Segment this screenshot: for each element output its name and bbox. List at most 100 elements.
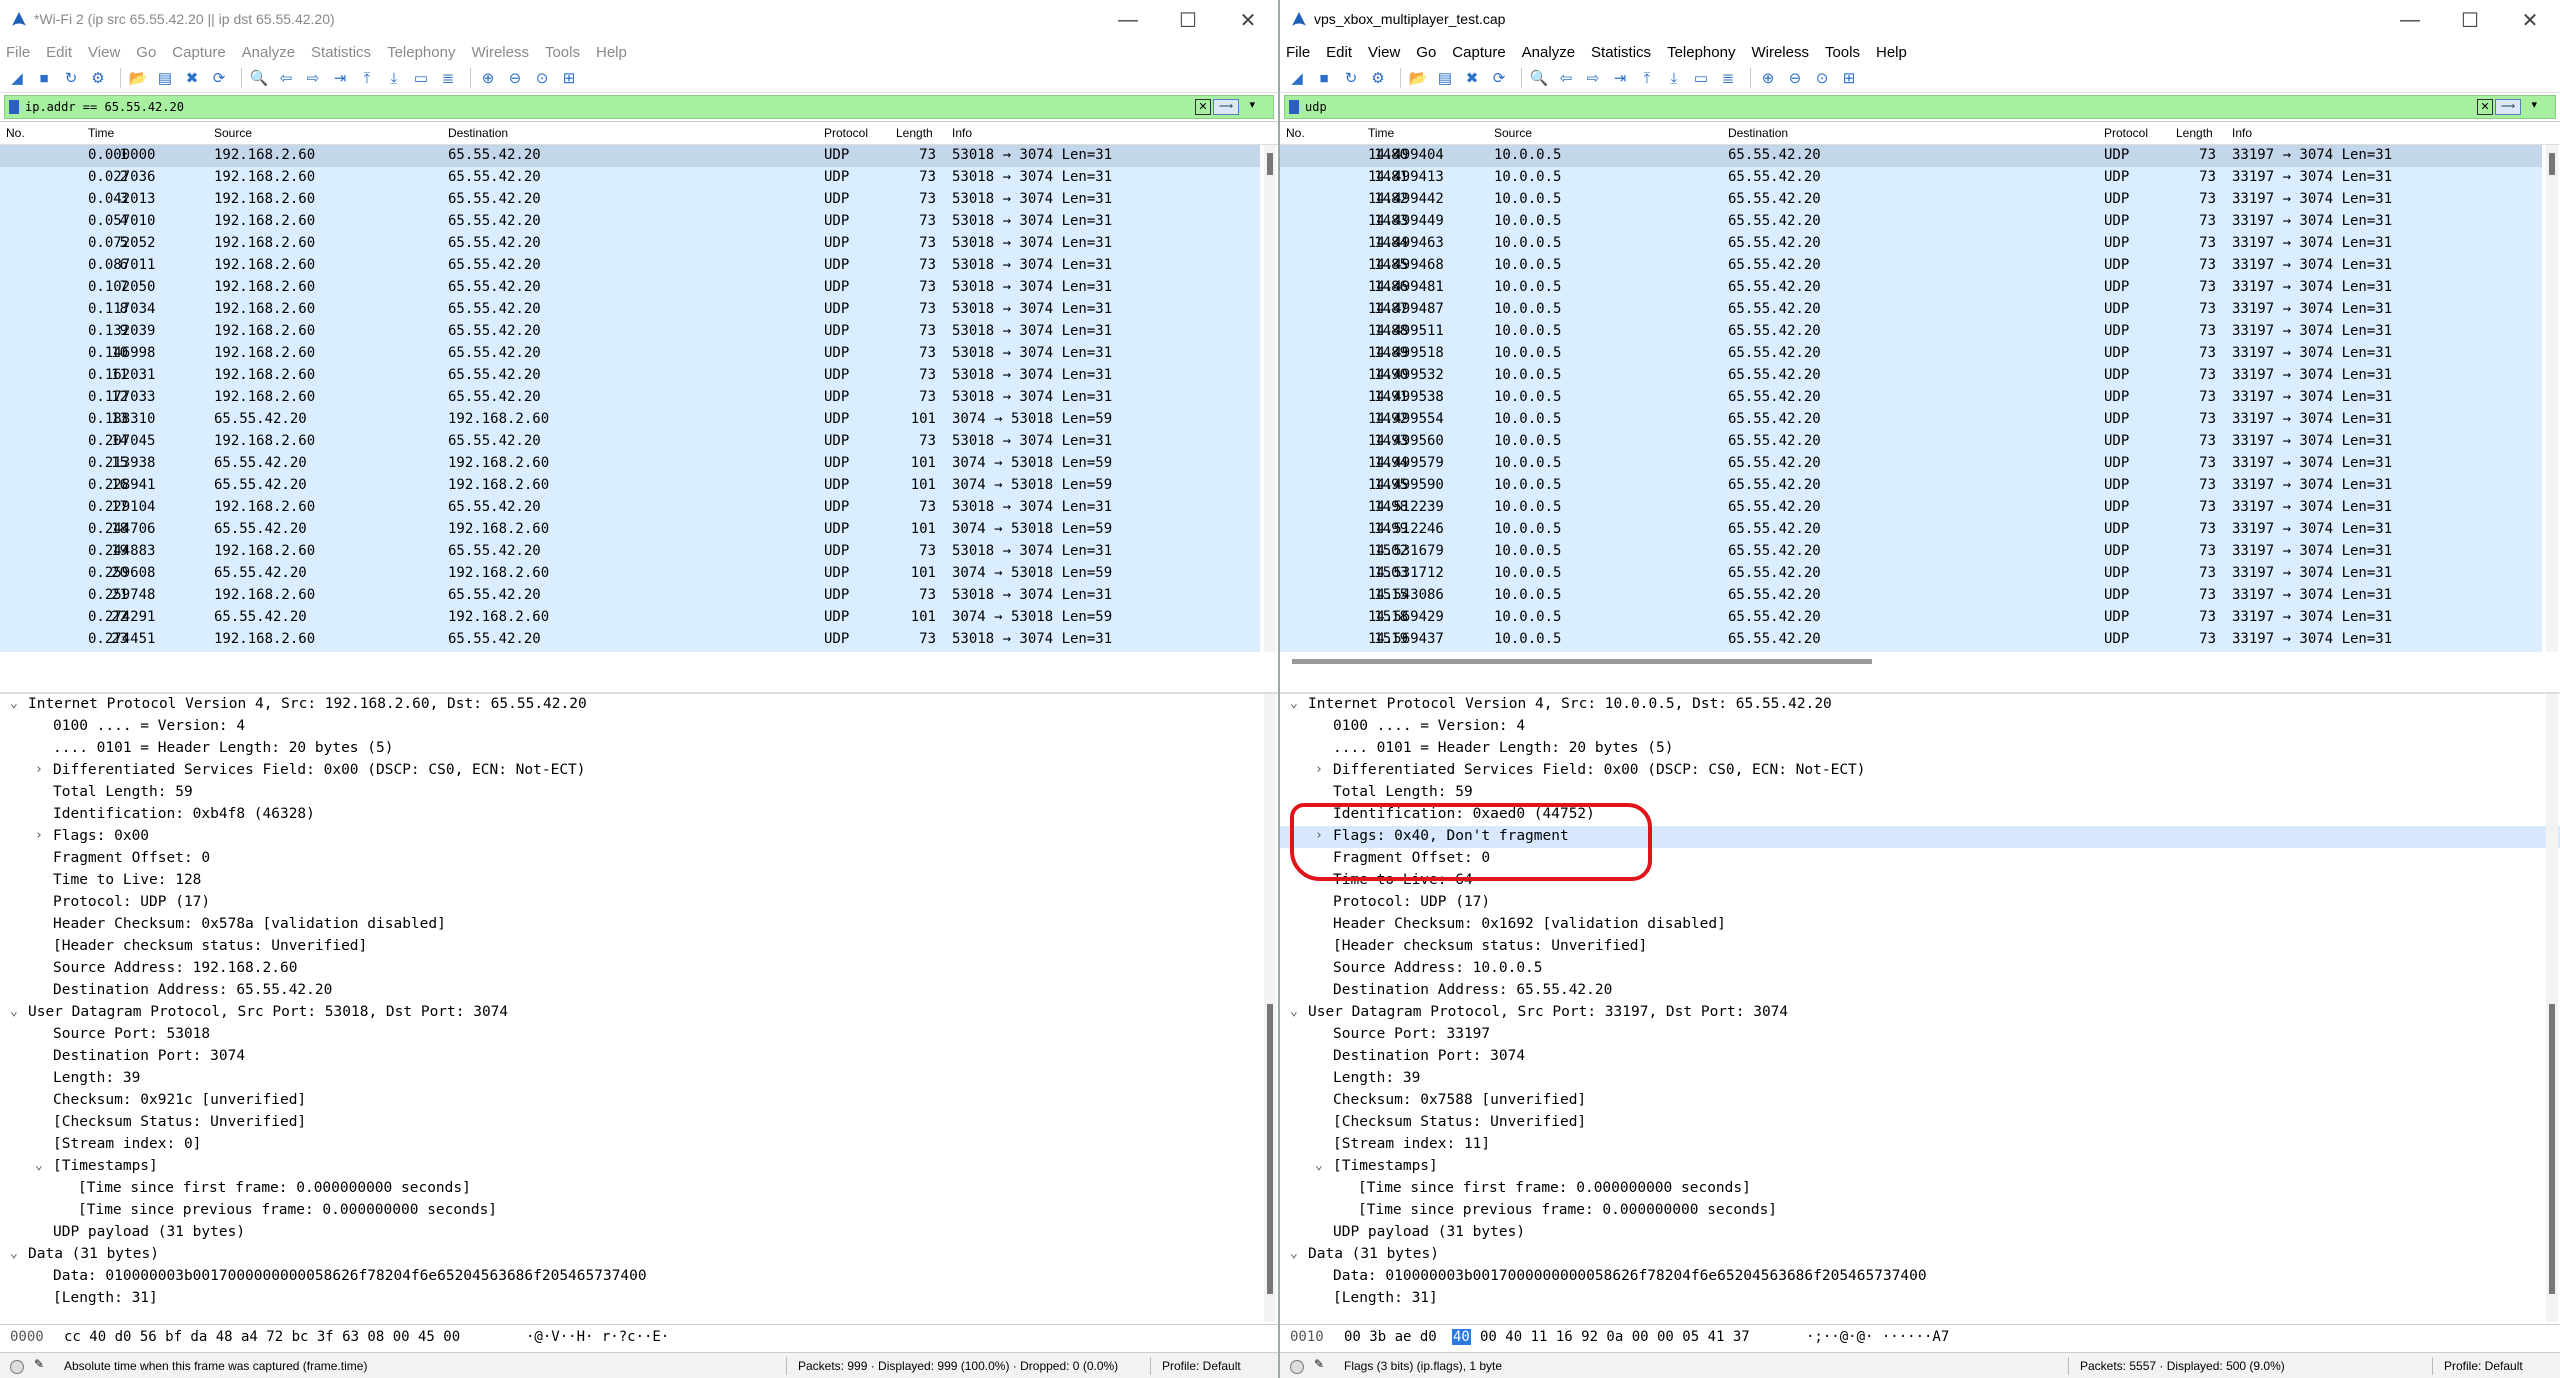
table-row[interactable]: 8 0.117034 192.168.2.60 65.55.42.20 UDP 73 530… bbox=[0, 299, 1260, 321]
hscrollbar-thumb[interactable] bbox=[1292, 659, 1872, 664]
menu-statistics[interactable]: Statistics bbox=[311, 44, 371, 61]
menu-wireless[interactable]: Wireless bbox=[471, 44, 529, 61]
go-first-icon[interactable]: ⤒ bbox=[1636, 67, 1658, 89]
details-row[interactable]: [Length: 31] bbox=[1280, 1288, 2560, 1310]
details-row[interactable]: [Checksum Status: Unverified] bbox=[1280, 1112, 2560, 1134]
filter-dropdown-icon[interactable]: ▾ bbox=[2531, 98, 2537, 111]
menu-help[interactable]: Help bbox=[596, 44, 627, 61]
details-row[interactable]: Length: 39 bbox=[0, 1068, 1278, 1090]
clear-filter-icon[interactable]: ✕ bbox=[1195, 99, 1211, 115]
column-header-length[interactable]: Length bbox=[896, 126, 933, 140]
scrollbar-thumb[interactable] bbox=[2549, 1004, 2555, 1294]
table-row[interactable]: 15 0.213938 65.55.42.20 192.168.2.60 UDP 101 3… bbox=[0, 453, 1260, 475]
table-row[interactable]: 3 0.042013 192.168.2.60 65.55.42.20 UDP 73 530… bbox=[0, 189, 1260, 211]
bookmark-icon[interactable] bbox=[1289, 100, 1299, 114]
details-row[interactable]: Destination Address: 65.55.42.20 bbox=[0, 980, 1278, 1002]
details-row[interactable]: [Time since previous frame: 0.000000000 … bbox=[0, 1200, 1278, 1222]
collapsed-arrow-icon[interactable]: › bbox=[1315, 828, 1323, 843]
table-row[interactable]: 2 0.027036 192.168.2.60 65.55.42.20 UDP 73 530… bbox=[0, 167, 1260, 189]
expanded-arrow-icon[interactable]: ⌄ bbox=[1290, 1246, 1298, 1261]
go-to-packet-icon[interactable]: ⇥ bbox=[1609, 67, 1631, 89]
expanded-arrow-icon[interactable]: ⌄ bbox=[1290, 696, 1298, 711]
menu-file[interactable]: File bbox=[1286, 44, 1310, 61]
table-row[interactable]: 13 0.188310 65.55.42.20 192.168.2.60 UDP 101 3… bbox=[0, 409, 1260, 431]
table-row[interactable]: 23 0.274451 192.168.2.60 65.55.42.20 UDP 73 53… bbox=[0, 629, 1260, 651]
find-packet-icon[interactable]: 🔍 bbox=[248, 67, 270, 89]
capture-options-icon[interactable]: ⚙ bbox=[1367, 67, 1389, 89]
table-row[interactable]: 1480 14.499404 10.0.0.5 65.55.42.20 UDP 73 331… bbox=[1280, 145, 2542, 167]
expanded-arrow-icon[interactable]: ⌄ bbox=[10, 696, 18, 711]
restart-capture-icon[interactable]: ↻ bbox=[60, 67, 82, 89]
column-header-destination[interactable]: Destination bbox=[448, 126, 508, 140]
table-row[interactable]: 10 0.146998 192.168.2.60 65.55.42.20 UDP 73 53… bbox=[0, 343, 1260, 365]
packet-list-scrollbar[interactable] bbox=[2546, 145, 2558, 652]
details-row[interactable]: Data: 010000003b0017000000000058626f7820… bbox=[1280, 1266, 2560, 1288]
details-row[interactable]: Protocol: UDP (17) bbox=[1280, 892, 2560, 914]
details-row[interactable]: UDP payload (31 bytes) bbox=[0, 1222, 1278, 1244]
open-file-icon[interactable]: 📂 bbox=[127, 67, 149, 89]
details-row[interactable]: ⌄ User Datagram Protocol, Src Port: 33197… bbox=[1280, 1002, 2560, 1024]
menu-edit[interactable]: Edit bbox=[1326, 44, 1352, 61]
menu-telephony[interactable]: Telephony bbox=[387, 44, 455, 61]
apply-filter-icon[interactable]: ⟶ bbox=[1213, 99, 1239, 115]
capture-comment-icon[interactable]: ✎ bbox=[1314, 1357, 1324, 1371]
table-row[interactable]: 14 0.207045 192.168.2.60 65.55.42.20 UDP 73 53… bbox=[0, 431, 1260, 453]
details-row[interactable]: Length: 39 bbox=[1280, 1068, 2560, 1090]
details-row[interactable]: › Flags: 0x00 bbox=[0, 826, 1278, 848]
details-row[interactable]: Header Checksum: 0x1692 [validation disa… bbox=[1280, 914, 2560, 936]
column-header-info[interactable]: Info bbox=[952, 126, 972, 140]
go-back-icon[interactable]: ⇦ bbox=[275, 67, 297, 89]
reload-file-icon[interactable]: ⟳ bbox=[208, 67, 230, 89]
table-row[interactable]: 17 0.229104 192.168.2.60 65.55.42.20 UDP 73 53… bbox=[0, 497, 1260, 519]
details-row[interactable]: › Flags: 0x40, Don't fragment bbox=[1280, 826, 2560, 848]
minimize-button[interactable]: — bbox=[2380, 0, 2440, 40]
details-row[interactable]: Identification: 0xb4f8 (46328) bbox=[0, 804, 1278, 826]
table-row[interactable]: 1492 14.499554 10.0.0.5 65.55.42.20 UDP 73 331… bbox=[1280, 409, 2542, 431]
menu-edit[interactable]: Edit bbox=[46, 44, 72, 61]
menu-go[interactable]: Go bbox=[1416, 44, 1436, 61]
expanded-arrow-icon[interactable]: ⌄ bbox=[10, 1246, 18, 1261]
auto-scroll-icon[interactable]: ▭ bbox=[1690, 67, 1712, 89]
details-row[interactable]: ⌄ User Datagram Protocol, Src Port: 53018… bbox=[0, 1002, 1278, 1024]
menu-statistics[interactable]: Statistics bbox=[1591, 44, 1651, 61]
zoom-in-icon[interactable]: ⊕ bbox=[477, 67, 499, 89]
table-row[interactable]: 6 0.087011 192.168.2.60 65.55.42.20 UDP 73 530… bbox=[0, 255, 1260, 277]
details-row[interactable]: Data: 010000003b0017000000000058626f7820… bbox=[0, 1266, 1278, 1288]
status-profile[interactable]: Profile: Default bbox=[2444, 1359, 2523, 1373]
expanded-arrow-icon[interactable]: ⌄ bbox=[1290, 1004, 1298, 1019]
table-row[interactable]: 1488 14.499511 10.0.0.5 65.55.42.20 UDP 73 331… bbox=[1280, 321, 2542, 343]
go-to-packet-icon[interactable]: ⇥ bbox=[329, 67, 351, 89]
table-row[interactable]: 1515 14.543086 10.0.0.5 65.55.42.20 UDP 73 331… bbox=[1280, 585, 2542, 607]
table-row[interactable]: 18 0.244706 65.55.42.20 192.168.2.60 UDP 101 3… bbox=[0, 519, 1260, 541]
details-row[interactable]: Fragment Offset: 0 bbox=[1280, 848, 2560, 870]
details-row[interactable]: Source Port: 53018 bbox=[0, 1024, 1278, 1046]
table-row[interactable]: 1503 14.531712 10.0.0.5 65.55.42.20 UDP 73 331… bbox=[1280, 563, 2542, 585]
reload-file-icon[interactable]: ⟳ bbox=[1488, 67, 1510, 89]
zoom-in-icon[interactable]: ⊕ bbox=[1757, 67, 1779, 89]
table-row[interactable]: 21 0.259748 192.168.2.60 65.55.42.20 UDP 73 53… bbox=[0, 585, 1260, 607]
go-last-icon[interactable]: ⤓ bbox=[1663, 67, 1685, 89]
details-row[interactable]: Source Address: 192.168.2.60 bbox=[0, 958, 1278, 980]
details-row[interactable]: Source Address: 10.0.0.5 bbox=[1280, 958, 2560, 980]
details-row[interactable]: ⌄ Data (31 bytes) bbox=[0, 1244, 1278, 1266]
menu-tools[interactable]: Tools bbox=[545, 44, 580, 61]
scrollbar-thumb[interactable] bbox=[1267, 153, 1273, 175]
zoom-normal-icon[interactable]: ⊙ bbox=[1811, 67, 1833, 89]
packet-list-scrollbar[interactable] bbox=[1264, 145, 1276, 652]
table-row[interactable]: 19 0.244883 192.168.2.60 65.55.42.20 UDP 73 53… bbox=[0, 541, 1260, 563]
table-row[interactable]: 1487 14.499487 10.0.0.5 65.55.42.20 UDP 73 331… bbox=[1280, 299, 2542, 321]
table-row[interactable]: 1494 14.499579 10.0.0.5 65.55.42.20 UDP 73 331… bbox=[1280, 453, 2542, 475]
menu-view[interactable]: View bbox=[88, 44, 120, 61]
details-row[interactable]: [Checksum Status: Unverified] bbox=[0, 1112, 1278, 1134]
menu-analyze[interactable]: Analyze bbox=[1522, 44, 1575, 61]
table-row[interactable]: 1485 14.499468 10.0.0.5 65.55.42.20 UDP 73 331… bbox=[1280, 255, 2542, 277]
menu-analyze[interactable]: Analyze bbox=[242, 44, 295, 61]
column-header-source[interactable]: Source bbox=[1494, 126, 1532, 140]
menu-help[interactable]: Help bbox=[1876, 44, 1907, 61]
maximize-button[interactable]: ☐ bbox=[2440, 0, 2500, 40]
details-row[interactable]: Time to Live: 128 bbox=[0, 870, 1278, 892]
column-header-time[interactable]: Time bbox=[88, 126, 114, 140]
table-row[interactable]: 9 0.132039 192.168.2.60 65.55.42.20 UDP 73 530… bbox=[0, 321, 1260, 343]
details-row[interactable]: Time to Live: 64 bbox=[1280, 870, 2560, 892]
details-row[interactable]: Identification: 0xaed0 (44752) bbox=[1280, 804, 2560, 826]
